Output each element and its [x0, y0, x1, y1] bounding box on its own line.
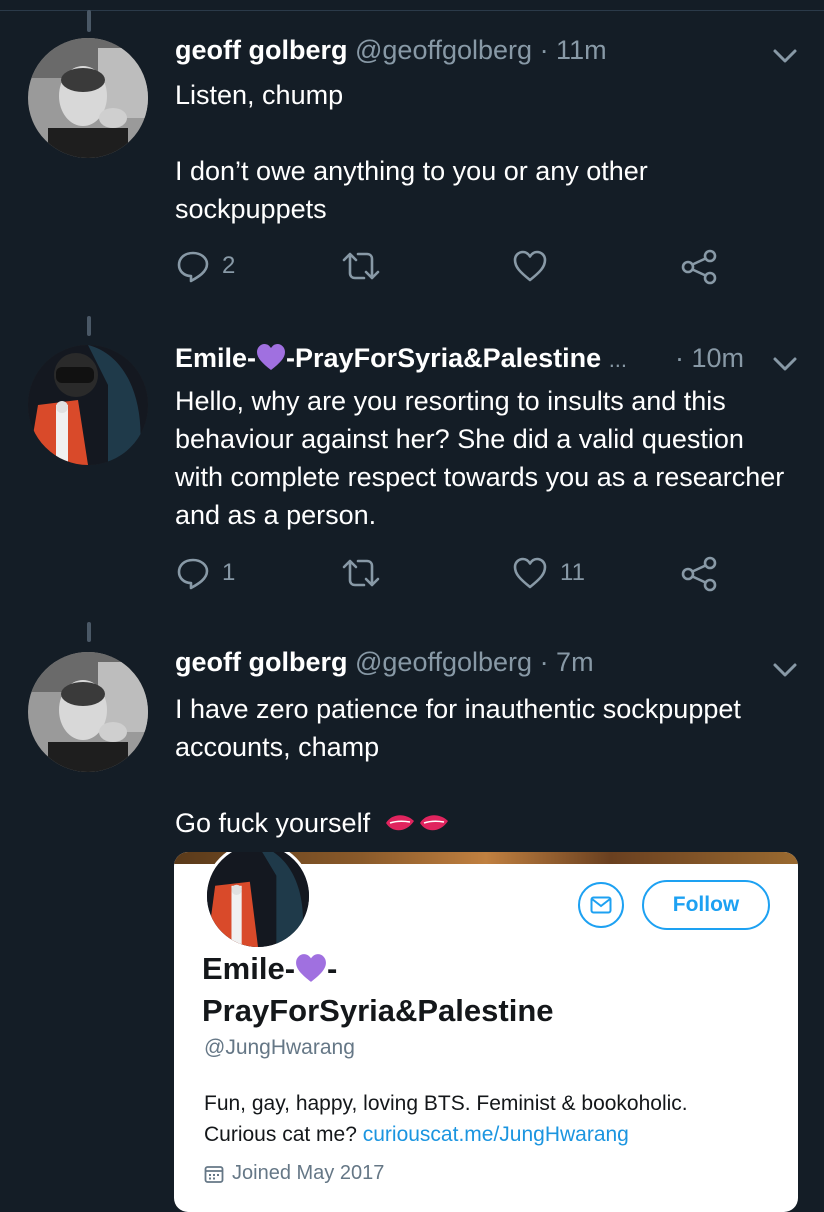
purple-heart-icon: [296, 954, 326, 982]
tweet-text: Hello, why are you resorting to insults …: [175, 382, 795, 534]
author-name[interactable]: geoff golberg: [175, 647, 347, 677]
tweet-paragraph: Listen, chump: [175, 80, 344, 110]
profile-link[interactable]: curiouscat.me/JungHwarang: [363, 1123, 629, 1146]
thread-line: [87, 316, 91, 336]
kiss-mark-icon: [385, 815, 448, 831]
avatar-photo: [28, 652, 148, 772]
tweet-timestamp[interactable]: · 10m: [675, 342, 744, 374]
reply-button[interactable]: 2: [176, 249, 235, 283]
author-name[interactable]: geoff golberg: [175, 35, 347, 65]
envelope-icon: [590, 896, 612, 914]
reply-icon: [177, 251, 209, 283]
share-icon: [681, 249, 717, 285]
avatar-photo: [28, 345, 148, 465]
follow-button[interactable]: Follow: [642, 880, 770, 930]
joined-date: Joined May 2017: [204, 1162, 384, 1185]
tweet-paragraph: Go fuck yourself: [175, 804, 795, 842]
share-icon: [681, 556, 717, 592]
retweet-icon: [342, 252, 380, 280]
share-button[interactable]: [680, 556, 718, 592]
reply-button[interactable]: 1: [176, 556, 235, 590]
tweet-timestamp[interactable]: · 7m: [540, 647, 594, 677]
profile-bio: Fun, gay, happy, loving BTS. Feminist & …: [204, 1092, 688, 1146]
like-button[interactable]: 11: [512, 556, 585, 590]
truncation-ellipsis: ...: [608, 347, 628, 372]
avatar[interactable]: [28, 652, 148, 772]
tweet-text: I have zero patience for inauthentic soc…: [175, 690, 795, 842]
tweet-actions: 1 11: [0, 556, 824, 596]
retweet-button[interactable]: [340, 249, 382, 283]
top-divider: [0, 0, 824, 11]
tweet-text: Listen, chump I don’t owe anything to yo…: [175, 76, 795, 228]
avatar-photo: [207, 852, 309, 947]
author-name[interactable]: Emile- -PrayForSyria&Palestine: [175, 343, 601, 373]
tweet-paragraph: I don’t owe anything to you or any other…: [175, 156, 648, 224]
tweet-paragraph: I have zero patience for inauthentic soc…: [175, 694, 741, 762]
chevron-down-icon[interactable]: [772, 354, 798, 374]
reply-count: 1: [222, 559, 236, 586]
tweet-header: geoff golberg @geoffgolberg · 7m: [175, 646, 594, 678]
reply-icon: [177, 558, 209, 590]
profile-name: Emile- - PrayForSyria&Palestine: [202, 951, 554, 1028]
thread-line: [87, 622, 91, 642]
purple-heart-icon: [257, 344, 286, 370]
author-handle[interactable]: @geoffgolberg: [355, 647, 532, 677]
profile-handle: @JungHwarang: [204, 1036, 355, 1059]
like-count: 11: [560, 559, 585, 586]
retweet-icon: [342, 559, 380, 587]
thread-line: [87, 10, 91, 32]
avatar-photo: [28, 38, 148, 158]
tweet-timestamp[interactable]: · 11m: [540, 35, 607, 65]
chevron-down-icon[interactable]: [772, 46, 798, 66]
author-handle[interactable]: @geoffgolberg: [355, 35, 532, 65]
profile-card-image[interactable]: Follow Emile- - PrayForSyria&Palestine @J…: [174, 852, 798, 1212]
share-button[interactable]: [680, 249, 718, 285]
chevron-down-icon[interactable]: [772, 660, 798, 680]
tweet-paragraph: Hello, why are you resorting to insults …: [175, 386, 785, 530]
heart-outline-icon: [513, 557, 547, 589]
calendar-icon: [204, 1165, 224, 1183]
retweet-button[interactable]: [340, 556, 382, 590]
message-button[interactable]: [578, 882, 624, 928]
profile-avatar: [204, 852, 312, 950]
tweet-actions: 2: [0, 249, 824, 289]
tweet-header: Emile- -PrayForSyria&Palestine ...: [175, 342, 627, 376]
reply-count: 2: [222, 252, 236, 279]
heart-outline-icon: [513, 250, 547, 282]
avatar[interactable]: [28, 38, 148, 158]
tweet-header: geoff golberg @geoffgolberg · 11m: [175, 34, 607, 66]
avatar[interactable]: [28, 345, 148, 465]
like-button[interactable]: [512, 249, 548, 283]
